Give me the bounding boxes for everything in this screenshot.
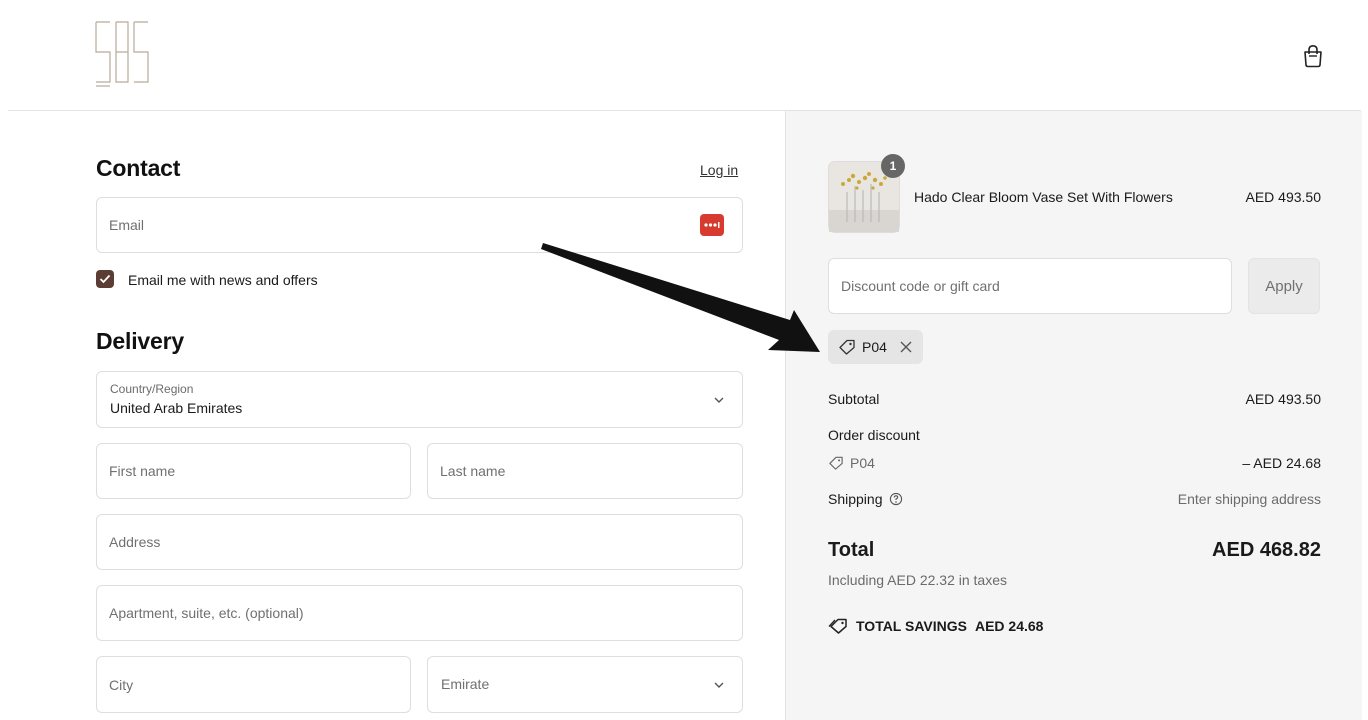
tag-icon bbox=[829, 456, 843, 470]
shipping-value: Enter shipping address bbox=[1177, 491, 1321, 507]
email-input[interactable] bbox=[109, 198, 730, 252]
total-savings-row: TOTAL SAVINGS AED 24.68 bbox=[828, 618, 1043, 634]
order-summary: 1 Hado Clear Bloom Vase Set With Flowers… bbox=[785, 111, 1362, 720]
first-name-input[interactable] bbox=[109, 444, 398, 498]
country-select[interactable]: Country/Region United Arab Emirates bbox=[96, 371, 743, 428]
chevron-down-icon bbox=[714, 682, 724, 688]
discount-field[interactable] bbox=[828, 258, 1232, 314]
apply-button[interactable]: Apply bbox=[1248, 258, 1320, 314]
contact-heading: Contact bbox=[96, 155, 181, 181]
quantity-badge: 1 bbox=[881, 154, 905, 178]
total-label: Total bbox=[828, 539, 875, 561]
login-link[interactable]: Log in bbox=[700, 162, 738, 178]
product-name: Hado Clear Bloom Vase Set With Flowers bbox=[914, 189, 1173, 205]
tag-icon bbox=[839, 339, 855, 355]
delivery-heading: Delivery bbox=[96, 328, 184, 354]
applied-discount-chip: P04 bbox=[828, 330, 923, 364]
city-input[interactable] bbox=[109, 657, 398, 712]
savings-value: AED 24.68 bbox=[974, 618, 1044, 634]
cart-button[interactable] bbox=[1296, 39, 1330, 73]
close-icon[interactable] bbox=[899, 340, 913, 354]
shipping-label: Shipping bbox=[828, 491, 883, 507]
order-discount-label: Order discount bbox=[828, 427, 920, 443]
shipping-row: Shipping bbox=[828, 491, 903, 507]
savings-label: TOTAL SAVINGS bbox=[856, 618, 967, 634]
subtotal-label: Subtotal bbox=[828, 391, 880, 407]
dots-icon bbox=[704, 222, 720, 228]
discount-input[interactable] bbox=[841, 259, 1219, 313]
apartment-input[interactable] bbox=[109, 586, 730, 640]
address-input[interactable] bbox=[109, 515, 730, 569]
taxes-note: Including AED 22.32 in taxes bbox=[828, 572, 1008, 588]
chevron-down-icon bbox=[714, 397, 724, 403]
first-name-field[interactable] bbox=[96, 443, 411, 499]
apartment-field[interactable] bbox=[96, 585, 743, 641]
address-field[interactable] bbox=[96, 514, 743, 570]
last-name-field[interactable] bbox=[427, 443, 743, 499]
country-label: Country/Region bbox=[110, 382, 194, 396]
checkmark-icon bbox=[99, 274, 111, 284]
order-discount-code-row: P04 bbox=[828, 455, 875, 471]
emirate-select[interactable]: Emirate bbox=[427, 656, 743, 713]
tag-icon bbox=[828, 618, 847, 634]
order-discount-code: P04 bbox=[850, 455, 875, 471]
order-discount-value: – AED 24.68 bbox=[1242, 455, 1321, 471]
emirate-placeholder: Emirate bbox=[441, 676, 490, 692]
site-header bbox=[8, 0, 1361, 111]
email-field[interactable] bbox=[96, 197, 743, 253]
help-icon[interactable] bbox=[889, 492, 903, 506]
password-manager-icon[interactable] bbox=[700, 214, 724, 236]
store-logo[interactable] bbox=[94, 20, 150, 88]
last-name-input[interactable] bbox=[440, 444, 730, 498]
applied-code: P04 bbox=[862, 339, 887, 355]
newsletter-checkbox[interactable] bbox=[96, 270, 114, 288]
shopping-bag-icon bbox=[1304, 44, 1322, 68]
city-field[interactable] bbox=[96, 656, 411, 713]
checkout-form: Contact Log in Email me with news and of… bbox=[0, 111, 785, 720]
newsletter-label[interactable]: Email me with news and offers bbox=[128, 272, 318, 288]
subtotal-value: AED 493.50 bbox=[1245, 391, 1322, 407]
total-value: AED 468.82 bbox=[1212, 539, 1321, 561]
product-price: AED 493.50 bbox=[1245, 189, 1322, 205]
country-value: United Arab Emirates bbox=[110, 400, 243, 416]
